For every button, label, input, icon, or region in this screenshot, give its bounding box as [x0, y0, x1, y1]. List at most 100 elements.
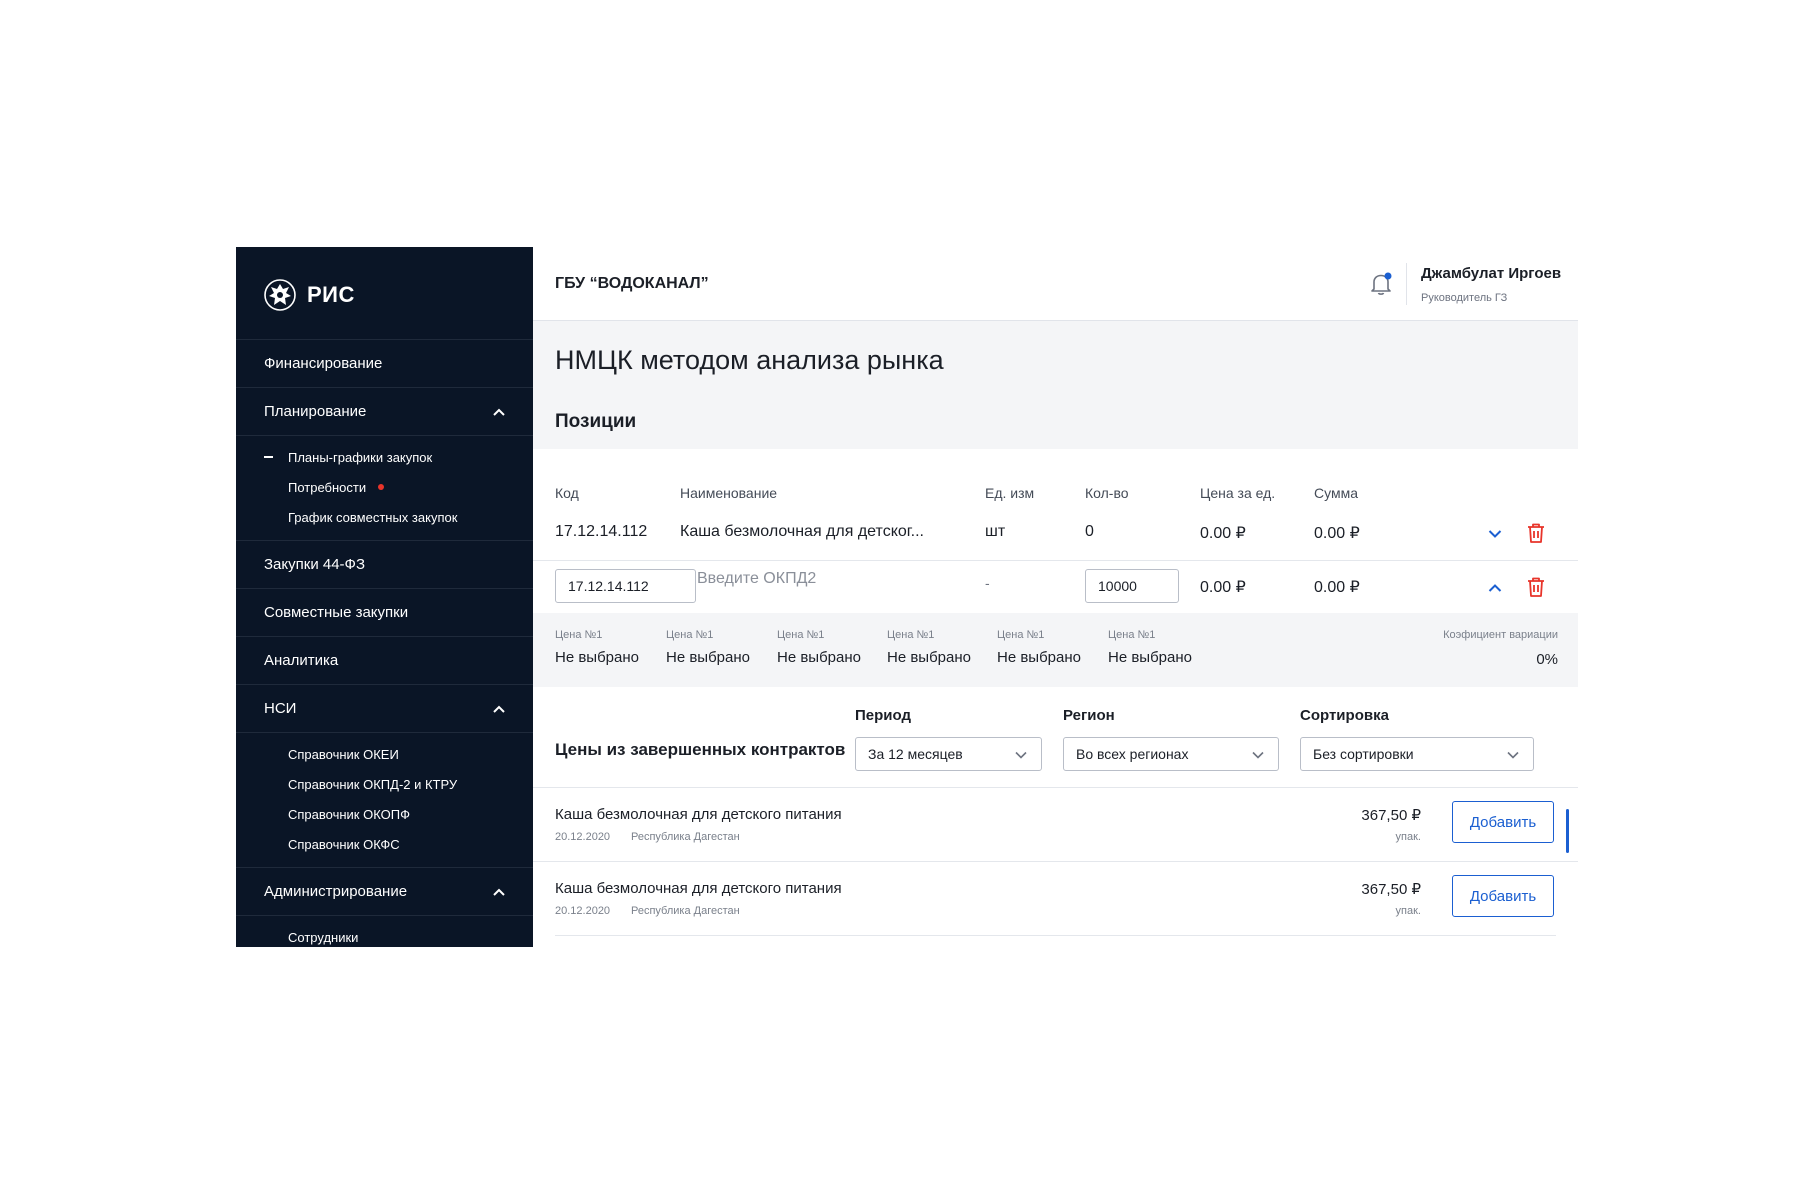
sidebar-subitem-label: Планы-графики закупок	[288, 449, 433, 465]
price-slot[interactable]: Цена №1 Не выбрано	[777, 629, 861, 666]
period-select[interactable]: За 12 месяцев	[855, 737, 1042, 771]
sidebar-item-purchases-44fz[interactable]: Закупки 44-ФЗ	[236, 540, 533, 588]
price-slot-label: Цена №1	[555, 629, 603, 641]
cell-qty: 0	[1085, 523, 1094, 540]
active-indicator	[264, 456, 273, 458]
code-input[interactable]: 17.12.14.112	[555, 569, 696, 603]
brand[interactable]: РИС	[263, 277, 355, 313]
region-select-value: Во всех регионах	[1076, 746, 1189, 762]
sidebar-item-financing[interactable]: Финансирование	[236, 339, 533, 387]
header-divider	[1406, 263, 1407, 305]
sidebar-subitem-okei[interactable]: Справочник ОКЕИ	[236, 739, 533, 769]
result-name: Каша безмолочная для детского питания	[555, 880, 842, 897]
brand-name: РИС	[307, 282, 355, 307]
column-header-code: Код	[555, 485, 579, 501]
price-slot[interactable]: Цена №1 Не выбрано	[555, 629, 639, 666]
page-title: НМЦК методом анализа рынка	[555, 345, 944, 375]
cell-price: 0.00 ₽	[1200, 525, 1246, 542]
sidebar-item-joint-purchases[interactable]: Совместные закупки	[236, 588, 533, 636]
result-unit: упак.	[1395, 905, 1421, 917]
app-window: РИС Финансирование Планирование Планы-гр…	[236, 247, 1578, 947]
result-price: 367,50 ₽	[1361, 807, 1421, 824]
okpd2-input[interactable]: Введите ОКПД2	[697, 570, 816, 588]
sidebar-item-label: Администрирование	[264, 883, 408, 900]
sort-label: Сортировка	[1300, 707, 1389, 724]
sidebar-item-label: Совместные закупки	[264, 604, 409, 621]
user-name[interactable]: Джамбулат Иргоев	[1421, 265, 1561, 282]
sort-select[interactable]: Без сортировки	[1300, 737, 1534, 771]
sidebar-item-planning[interactable]: Планирование	[236, 387, 533, 435]
bell-icon[interactable]	[1369, 271, 1393, 297]
user-role: Руководитель ГЗ	[1421, 292, 1508, 304]
period-select-value: За 12 месяцев	[868, 746, 963, 762]
sidebar-subitem-label: Потребности	[288, 479, 367, 495]
top-header: ГБУ “ВОДОКАНАЛ” Джамбулат Иргоев Руковод…	[533, 247, 1578, 321]
sidebar-subitem-employees[interactable]: Сотрудники	[236, 922, 533, 947]
trash-icon[interactable]	[1526, 522, 1546, 544]
sidebar-subitem-label: Справочник ОКОПФ	[288, 806, 410, 822]
result-price: 367,50 ₽	[1361, 881, 1421, 898]
cell-unit: шт	[985, 523, 1006, 540]
price-slot-value: Не выбрано	[997, 649, 1081, 666]
qty-input[interactable]: 10000	[1085, 569, 1179, 603]
column-header-qty: Кол-во	[1085, 485, 1129, 501]
add-button[interactable]: Добавить	[1452, 875, 1554, 917]
sidebar-subitem-okfs[interactable]: Справочник ОКФС	[236, 829, 533, 859]
prices-band: Цена №1 Не выбрано Цена №1 Не выбрано Це…	[533, 613, 1578, 687]
price-slot-label: Цена №1	[887, 629, 935, 641]
row-divider	[533, 560, 1578, 561]
sidebar-subitem-needs[interactable]: Потребности	[236, 472, 533, 502]
price-slot[interactable]: Цена №1 Не выбрано	[1108, 629, 1192, 666]
cell-price: 0.00 ₽	[1200, 579, 1246, 596]
column-header-unit: Ед. изм	[985, 485, 1035, 501]
emblem-icon	[264, 279, 296, 311]
notification-dot	[378, 484, 385, 490]
variation-coef-label: Коэфициент вариации	[1443, 629, 1558, 641]
result-region: Республика Дагестан	[631, 831, 740, 843]
completed-contracts-title: Цены из завершенных контрактов	[555, 740, 846, 759]
subnav-planning: Планы-графики закупок Потребности График…	[236, 435, 533, 540]
add-button[interactable]: Добавить	[1452, 801, 1554, 843]
sidebar-nav: Финансирование Планирование Планы-график…	[236, 339, 533, 947]
price-slot-value: Не выбрано	[555, 649, 639, 666]
result-unit: упак.	[1395, 831, 1421, 843]
sidebar-subitem-joint-schedule[interactable]: График совместных закупок	[236, 502, 533, 532]
price-slot-value: Не выбрано	[777, 649, 861, 666]
price-slot[interactable]: Цена №1 Не выбрано	[666, 629, 750, 666]
cell-name: Каша безмолочная для детског...	[680, 523, 924, 540]
trash-icon[interactable]	[1526, 576, 1546, 598]
chevron-down-icon	[1507, 751, 1519, 759]
period-label: Период	[855, 707, 911, 724]
region-label: Регион	[1063, 707, 1115, 724]
sidebar-item-label: Финансирование	[264, 355, 383, 372]
sidebar-item-label: Аналитика	[264, 652, 339, 669]
cell-sum: 0.00 ₽	[1314, 525, 1360, 542]
column-header-price: Цена за ед.	[1200, 485, 1276, 501]
chevron-up-icon[interactable]	[1488, 583, 1502, 593]
chevron-down-icon[interactable]	[1488, 529, 1502, 539]
chevron-down-icon	[1015, 751, 1027, 759]
sidebar-subitem-okpd2-ktru[interactable]: Справочник ОКПД-2 и КТРУ	[236, 769, 533, 799]
price-slot-value: Не выбрано	[887, 649, 971, 666]
chevron-up-icon[interactable]	[493, 705, 505, 713]
region-select[interactable]: Во всех регионах	[1063, 737, 1279, 771]
sidebar-item-label: Закупки 44-ФЗ	[264, 556, 366, 573]
chevron-up-icon[interactable]	[493, 888, 505, 896]
sidebar-item-label: НСИ	[264, 700, 297, 717]
price-slot[interactable]: Цена №1 Не выбрано	[997, 629, 1081, 666]
sidebar-item-analytics[interactable]: Аналитика	[236, 636, 533, 684]
price-slot-label: Цена №1	[1108, 629, 1156, 641]
main-content: НМЦК методом анализа рынка Позиции Код Н…	[533, 321, 1578, 947]
scrollbar[interactable]	[1566, 809, 1569, 853]
sidebar-subitem-okopf[interactable]: Справочник ОКОПФ	[236, 799, 533, 829]
price-slot-value: Не выбрано	[666, 649, 750, 666]
sidebar-item-nsi[interactable]: НСИ	[236, 684, 533, 732]
sidebar-subitem-plan-schedules[interactable]: Планы-графики закупок	[236, 442, 533, 472]
price-slot[interactable]: Цена №1 Не выбрано	[887, 629, 971, 666]
sidebar-item-administration[interactable]: Администрирование	[236, 867, 533, 915]
sort-select-value: Без сортировки	[1313, 746, 1414, 762]
subnav-nsi: Справочник ОКЕИ Справочник ОКПД-2 и КТРУ…	[236, 732, 533, 867]
chevron-up-icon[interactable]	[493, 408, 505, 416]
variation-coef-value: 0%	[1536, 651, 1558, 668]
cell-unit-empty: -	[985, 575, 990, 591]
